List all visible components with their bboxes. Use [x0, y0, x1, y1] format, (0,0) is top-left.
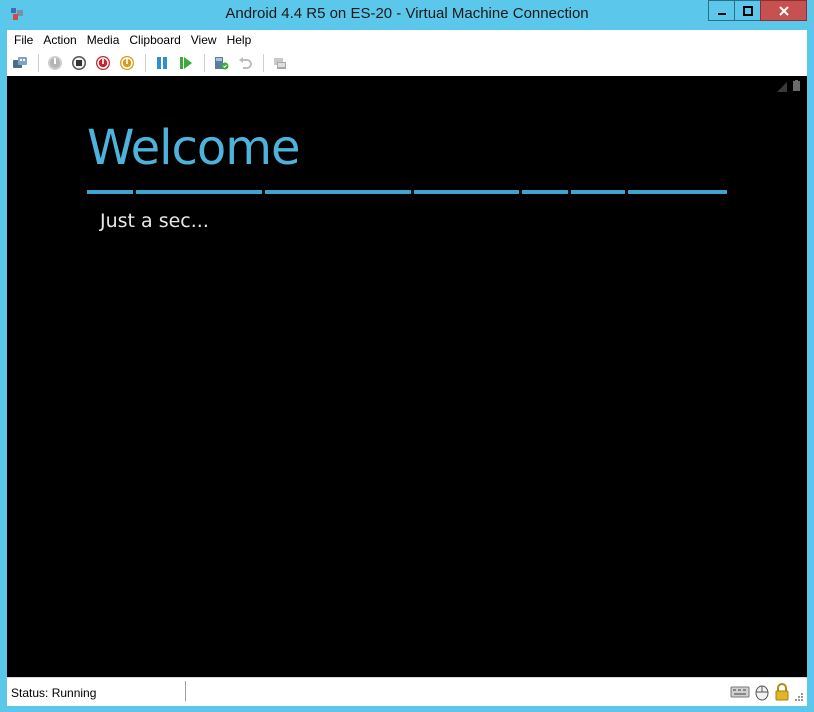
window-title: Android 4.4 R5 on ES-20 - Virtual Machin…: [225, 5, 589, 22]
underline-segment: [414, 190, 519, 194]
menu-bar: File Action Media Clipboard View Help: [7, 30, 807, 50]
checkpoint-icon: [215, 57, 229, 70]
status-bar: Status: Running: [7, 677, 807, 706]
toolbar-separator: [204, 54, 205, 72]
maximize-icon: [742, 5, 753, 16]
enhanced-session-icon: [274, 58, 286, 69]
vm-status: Status: Running: [11, 686, 97, 700]
menu-help[interactable]: Help: [222, 30, 257, 50]
loading-subtitle: Just a sec...: [100, 210, 209, 232]
close-icon: [778, 5, 789, 16]
start-icon: [48, 56, 62, 70]
enhanced-session-button[interactable]: [269, 52, 291, 74]
start-button[interactable]: [44, 52, 66, 74]
save-state-button[interactable]: [116, 52, 138, 74]
underline-segment: [87, 190, 133, 194]
checkpoint-button[interactable]: [210, 52, 232, 74]
minimize-icon: [717, 12, 726, 15]
revert-icon: [239, 57, 252, 69]
mouse-icon[interactable]: [754, 683, 770, 701]
welcome-heading: Welcome: [87, 120, 301, 176]
revert-button[interactable]: [234, 52, 256, 74]
menu-action[interactable]: Action: [38, 30, 81, 50]
maximize-button[interactable]: [734, 0, 761, 21]
turn-off-icon: [72, 56, 86, 70]
vm-display[interactable]: Welcome Just a sec...: [7, 76, 807, 677]
resize-grip-icon[interactable]: [794, 692, 804, 702]
title-bar: Android 4.4 R5 on ES-20 - Virtual Machin…: [0, 0, 814, 30]
minimize-button[interactable]: [708, 0, 735, 21]
signal-icon: [777, 82, 787, 92]
heading-underline: [87, 190, 727, 194]
toolbar: [7, 50, 807, 76]
resume-button[interactable]: [175, 52, 197, 74]
status-divider: [185, 681, 186, 701]
close-button[interactable]: [760, 0, 807, 21]
shut-down-icon: [96, 56, 110, 70]
battery-icon: [793, 80, 800, 91]
resume-icon: [180, 57, 192, 69]
menu-media[interactable]: Media: [82, 30, 125, 50]
toolbar-separator: [145, 54, 146, 72]
underline-segment: [265, 190, 411, 194]
ctrl-alt-del-button[interactable]: [9, 52, 31, 74]
menu-file[interactable]: File: [7, 30, 38, 50]
lock-icon[interactable]: [773, 683, 791, 701]
underline-segment: [628, 190, 727, 194]
save-icon: [120, 56, 134, 70]
pause-icon: [157, 57, 167, 69]
underline-segment: [136, 190, 262, 194]
underline-segment: [522, 190, 568, 194]
toolbar-separator: [38, 54, 39, 72]
underline-segment: [571, 190, 625, 194]
ctrl-alt-del-icon: [13, 57, 27, 68]
turn-off-button[interactable]: [68, 52, 90, 74]
shut-down-button[interactable]: [92, 52, 114, 74]
pause-button[interactable]: [151, 52, 173, 74]
menu-view[interactable]: View: [186, 30, 222, 50]
keyboard-icon[interactable]: [730, 683, 750, 701]
toolbar-separator: [263, 54, 264, 72]
menu-clipboard[interactable]: Clipboard: [124, 30, 185, 50]
